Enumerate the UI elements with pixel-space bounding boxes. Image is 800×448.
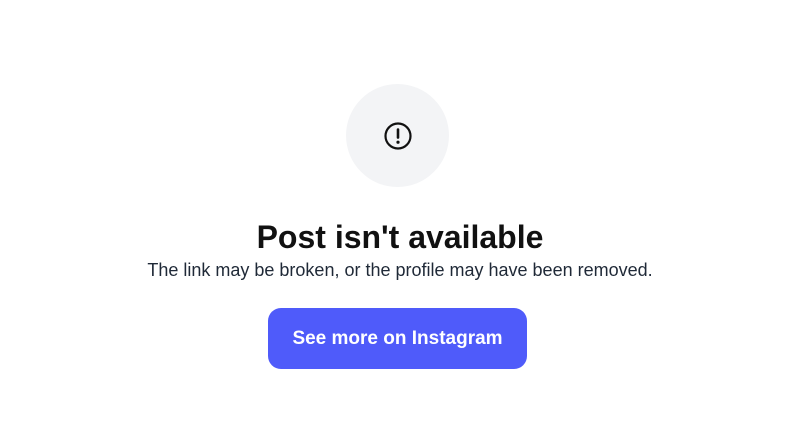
unavailable-post-page: Post isn't available The link may be bro… [0, 0, 800, 448]
icon-badge [346, 84, 449, 187]
error-message: The link may be broken, or the profile m… [147, 260, 653, 280]
see-more-on-instagram-button[interactable]: See more on Instagram [268, 308, 527, 369]
exclamation-circle-icon [383, 121, 412, 150]
page-title: Post isn't available [256, 219, 544, 255]
